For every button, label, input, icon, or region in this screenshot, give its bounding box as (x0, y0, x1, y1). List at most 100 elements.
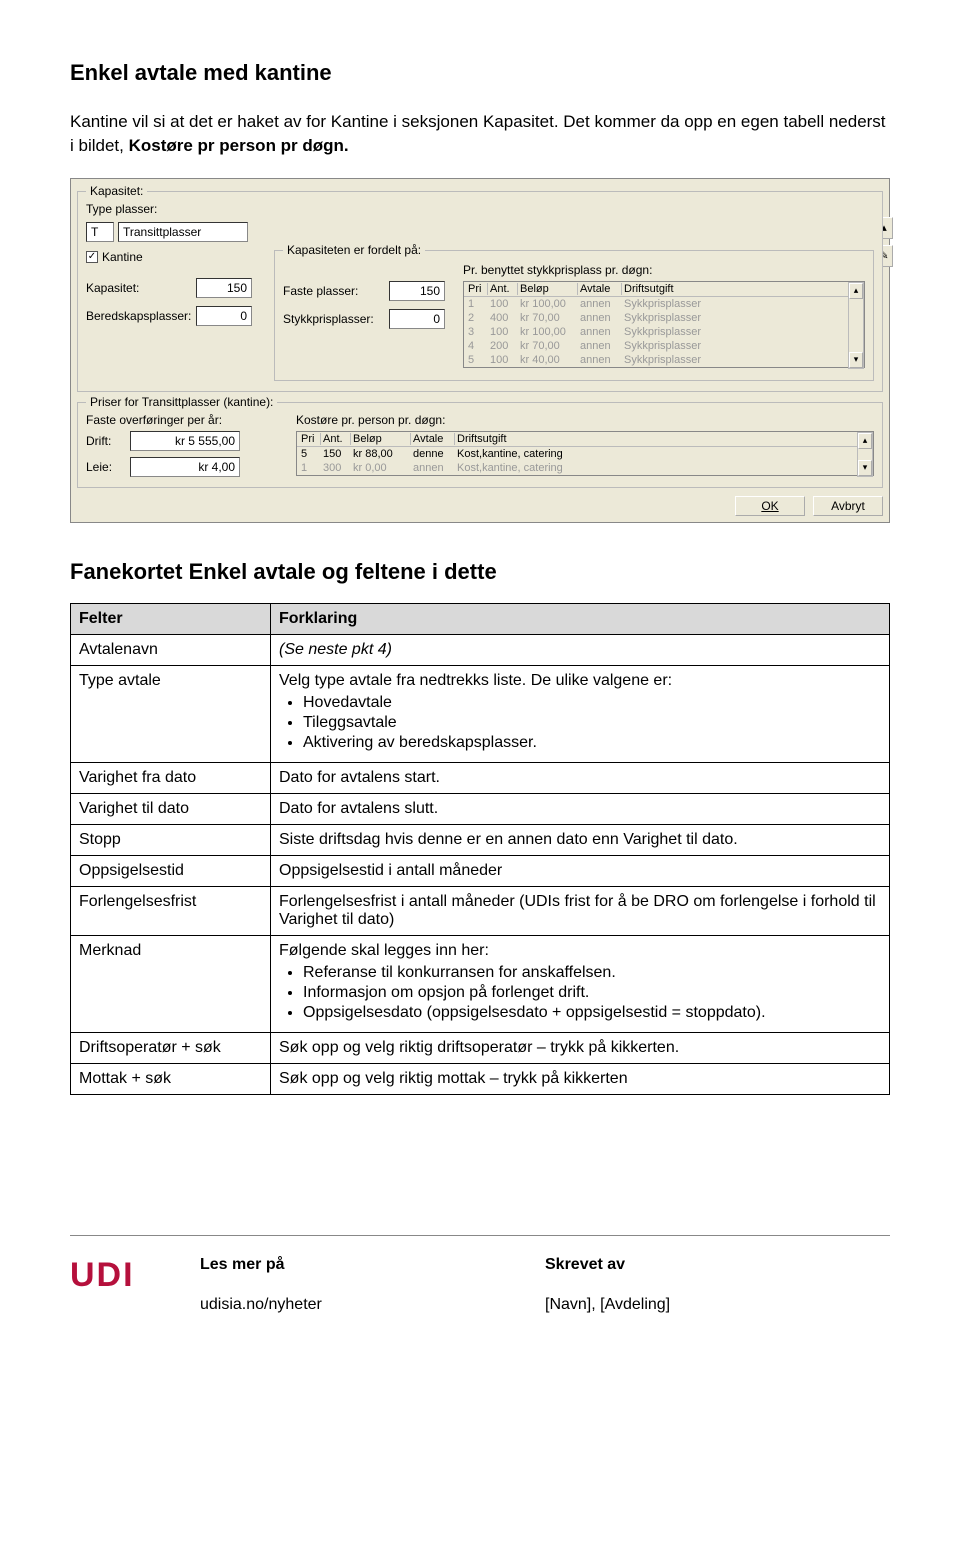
pris-row[interactable]: 2400kr 70,00annenSykkprisplasser (464, 311, 864, 325)
footer: UDI Les mer på udisia.no/nyheter Skrevet… (70, 1256, 890, 1314)
kost-row[interactable]: 1300kr 0,00annenKost,kantine, catering (297, 461, 873, 475)
kost-scrollbar[interactable]: ▴ ▾ (857, 432, 873, 477)
pris-hdr-pri: Pri (466, 283, 488, 295)
pris-row[interactable]: 5100kr 40,00annenSykkprisplasser (464, 353, 864, 367)
pris-row[interactable]: 4200kr 70,00annenSykkprisplasser (464, 339, 864, 353)
priser-group-title: Priser for Transittplasser (kantine): (86, 395, 277, 409)
felter-cell: Driftsoperatør + søk (71, 1032, 271, 1063)
pris-hdr-ant: Ant. (488, 283, 518, 295)
scroll-down-icon[interactable]: ▾ (849, 352, 863, 368)
faste-plasser-value[interactable]: 150 (389, 281, 445, 301)
pris-row[interactable]: 1100kr 100,00annenSykkprisplasser (464, 297, 864, 311)
forklaring-cell: Forlengelsesfrist i antall måneder (UDIs… (271, 886, 890, 935)
pris-row[interactable]: 3100kr 100,00annenSykkprisplasser (464, 325, 864, 339)
th-felter: Felter (71, 603, 271, 634)
page-title: Enkel avtale med kantine (70, 60, 890, 86)
kost-hdr-ant: Ant. (321, 433, 351, 445)
stykkpris-value[interactable]: 0 (389, 309, 445, 329)
kost-hdr-drift: Driftsutgift (455, 433, 871, 445)
type-plasser-value[interactable]: Transittplasser (118, 222, 248, 242)
forklaring-cell: Velg type avtale fra nedtrekks liste. De… (271, 665, 890, 762)
felter-cell: Oppsigelsestid (71, 855, 271, 886)
table-row: Driftsoperatør + søkSøk opp og velg rikt… (71, 1032, 890, 1063)
pris-hdr-belop: Beløp (518, 283, 578, 295)
table-row: Varighet til datoDato for avtalens slutt… (71, 793, 890, 824)
table-row: Avtalenavn(Se neste pkt 4) (71, 634, 890, 665)
footer-divider (70, 1235, 890, 1236)
avbryt-button[interactable]: Avbryt (813, 496, 883, 516)
list-item: Informasjon om opsjon på forlenget drift… (303, 984, 881, 1002)
kost-hdr-avtale: Avtale (411, 433, 455, 445)
kapasitet-label: Kapasitet: (86, 281, 196, 295)
scroll-down-icon[interactable]: ▾ (858, 460, 872, 476)
list-item: Oppsigelsesdato (oppsigelsesdato + oppsi… (303, 1004, 881, 1022)
kost-hdr-belop: Beløp (351, 433, 411, 445)
footer-col1-value: udisia.no/nyheter (200, 1296, 545, 1314)
table-row: Mottak + søkSøk opp og velg riktig motta… (71, 1063, 890, 1094)
type-plasser-label: Type plasser: (86, 202, 174, 216)
list-item: Referanse til konkurransen for anskaffel… (303, 964, 881, 982)
kost-group-title: Kostøre pr. person pr. døgn: (296, 413, 874, 427)
kost-row[interactable]: 5150kr 88,00denneKost,kantine, catering (297, 447, 873, 461)
pris-scrollbar[interactable]: ▴ ▾ (848, 282, 864, 369)
kapasitet-value[interactable]: 150 (196, 278, 252, 298)
table-row: StoppSiste driftsdag hvis denne er en an… (71, 824, 890, 855)
leie-label: Leie: (86, 460, 130, 474)
faste-plasser-label: Faste plasser: (283, 284, 389, 298)
beredskap-value[interactable]: 0 (196, 306, 252, 326)
kantine-label: Kantine (102, 250, 143, 264)
forklaring-cell: Dato for avtalens slutt. (271, 793, 890, 824)
table-row: Type avtaleVelg type avtale fra nedtrekk… (71, 665, 890, 762)
priser-group: Priser for Transittplasser (kantine): Fa… (77, 402, 883, 488)
felter-cell: Stopp (71, 824, 271, 855)
table-row: Varighet fra datoDato for avtalens start… (71, 762, 890, 793)
table-row: OppsigelsestidOppsigelsestid i antall må… (71, 855, 890, 886)
kantine-checkbox[interactable]: ✓ (86, 251, 98, 263)
th-forklaring: Forklaring (271, 603, 890, 634)
footer-col2-value: [Navn], [Avdeling] (545, 1296, 890, 1314)
pris-group-title: Pr. benyttet stykkprisplass pr. døgn: (463, 263, 865, 277)
table-row: ForlengelsesfristForlengelsesfrist i ant… (71, 886, 890, 935)
list-item: Hovedavtale (303, 694, 881, 712)
forklaring-cell: Følgende skal legges inn her:Referanse t… (271, 935, 890, 1032)
drift-label: Drift: (86, 434, 130, 448)
felter-table: Felter Forklaring Avtalenavn(Se neste pk… (70, 603, 890, 1095)
felter-cell: Mottak + søk (71, 1063, 271, 1094)
felter-cell: Avtalenavn (71, 634, 271, 665)
forklaring-cell: Søk opp og velg riktig driftsoperatør – … (271, 1032, 890, 1063)
list-item: Tileggsavtale (303, 714, 881, 732)
ok-button[interactable]: OK (735, 496, 805, 516)
felter-cell: Type avtale (71, 665, 271, 762)
list-item: Aktivering av beredskapsplasser. (303, 734, 881, 752)
udi-logo: UDI (70, 1256, 135, 1294)
intro-bold: Kostøre pr person pr døgn. (129, 136, 349, 155)
felter-cell: Forlengelsesfrist (71, 886, 271, 935)
drift-value[interactable]: kr 5 555,00 (130, 431, 240, 451)
footer-col1-header: Les mer på (200, 1256, 545, 1274)
footer-col2-header: Skrevet av (545, 1256, 890, 1274)
fordelt-group-title: Kapasiteten er fordelt på: (283, 243, 425, 257)
leie-value[interactable]: kr 4,00 (130, 457, 240, 477)
section-heading: Fanekortet Enkel avtale og feltene i det… (70, 559, 890, 585)
scroll-up-icon[interactable]: ▴ (858, 433, 872, 449)
felter-cell: Varighet til dato (71, 793, 271, 824)
forklaring-cell: Siste driftsdag hvis denne er en annen d… (271, 824, 890, 855)
forklaring-cell: Dato for avtalens start. (271, 762, 890, 793)
felter-cell: Varighet fra dato (71, 762, 271, 793)
kapasitet-group-title: Kapasitet: (86, 184, 147, 198)
felter-cell: Merknad (71, 935, 271, 1032)
pris-hdr-avtale: Avtale (578, 283, 622, 295)
screenshot: ▴ ✎ Kapasitet: Type plasser: T Transittp… (70, 178, 890, 523)
forklaring-cell: Oppsigelsestid i antall måneder (271, 855, 890, 886)
intro-paragraph: Kantine vil si at det er haket av for Ka… (70, 110, 890, 158)
forklaring-cell: Søk opp og velg riktig mottak – trykk på… (271, 1063, 890, 1094)
kost-hdr-pri: Pri (299, 433, 321, 445)
stykkpris-label: Stykkprisplasser: (283, 312, 389, 326)
scroll-up-icon[interactable]: ▴ (849, 283, 863, 299)
kapasitet-group: Kapasitet: Type plasser: T Transittplass… (77, 191, 883, 392)
forklaring-cell: (Se neste pkt 4) (271, 634, 890, 665)
type-plasser-code[interactable]: T (86, 222, 114, 242)
table-row: MerknadFølgende skal legges inn her:Refe… (71, 935, 890, 1032)
faste-ar-label: Faste overføringer per år: (86, 413, 284, 427)
beredskap-label: Beredskapsplasser: (86, 309, 196, 323)
